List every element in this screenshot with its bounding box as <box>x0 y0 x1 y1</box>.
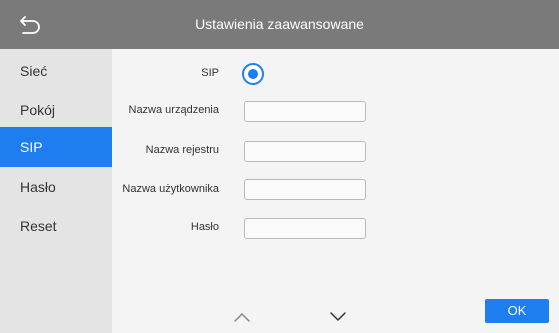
sip-radio-selected-dot <box>248 69 258 79</box>
sip-label: SIP <box>201 67 219 79</box>
title-bar: Ustawienia zaawansowane <box>0 0 559 49</box>
ok-button[interactable]: OK <box>485 299 549 323</box>
register-name-field[interactable] <box>244 141 366 162</box>
back-arrow-icon[interactable] <box>16 11 44 39</box>
username-label: Nazwa użytkownika <box>122 183 219 195</box>
sip-radio[interactable] <box>242 63 264 85</box>
username-field[interactable] <box>244 179 366 200</box>
page-title: Ustawienia zaawansowane <box>195 16 364 32</box>
chevron-down-icon[interactable] <box>328 311 348 323</box>
device-name-field[interactable] <box>244 101 366 122</box>
password-field[interactable] <box>244 218 366 239</box>
password-label: Hasło <box>190 221 219 233</box>
register-name-label: Nazwa rejestru <box>145 144 219 156</box>
settings-panel: SIP Nazwa urządzenia Nazwa rejestru Nazw… <box>112 49 559 333</box>
chevron-up-icon[interactable] <box>232 311 252 323</box>
device-name-label: Nazwa urządzenia <box>128 104 220 116</box>
